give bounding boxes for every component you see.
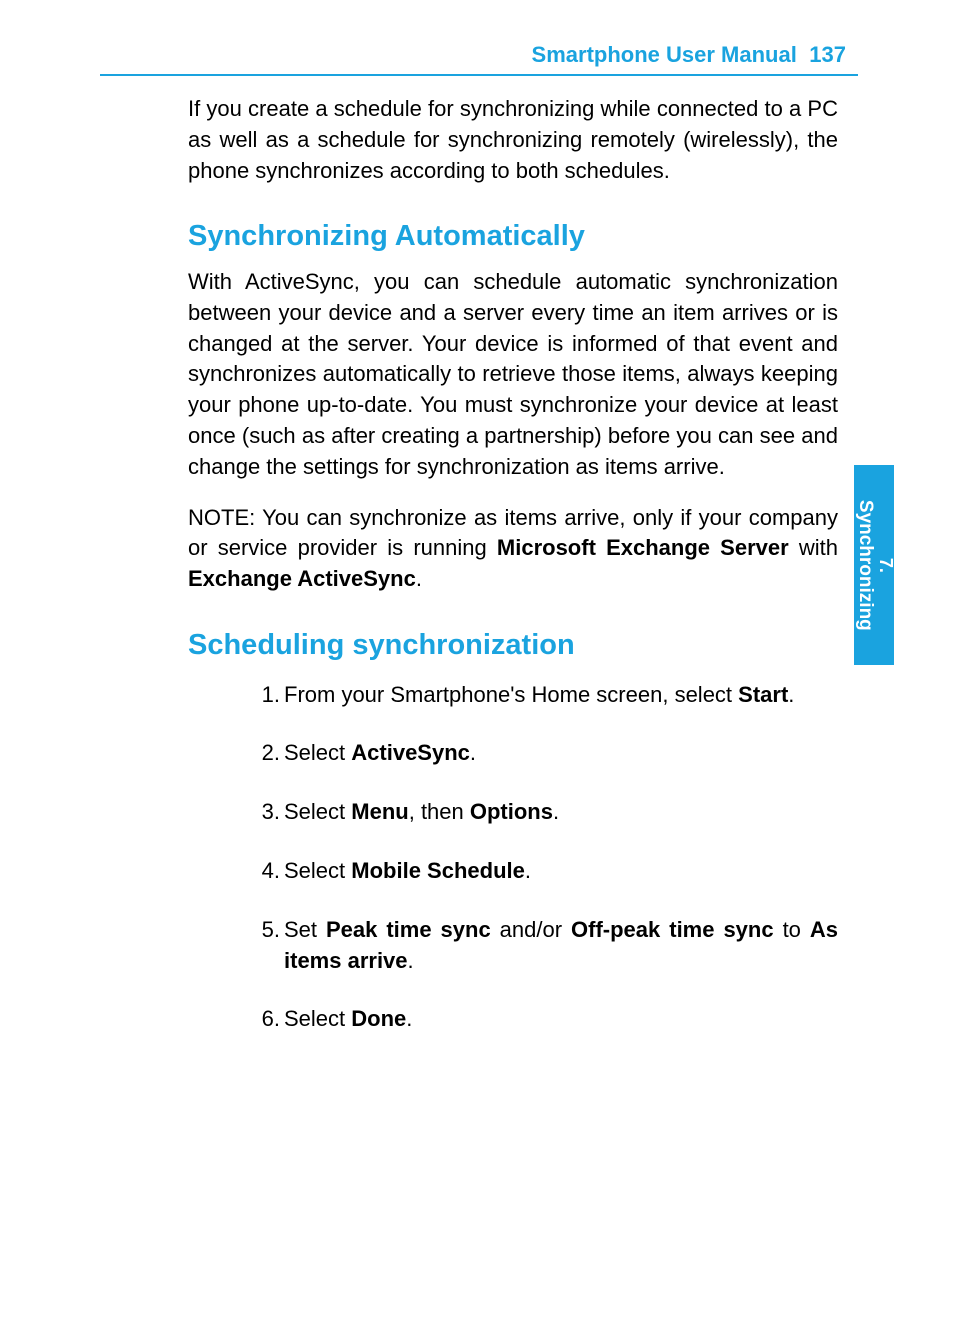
list-item: Set Peak time sync and/or Off-peak time …: [284, 915, 838, 977]
heading-sync-auto: Synchronizing Automatically: [188, 216, 838, 257]
step-text: Set: [284, 917, 326, 942]
step-bold-start: Start: [738, 682, 788, 707]
heading-scheduling-sync: Scheduling synchronization: [188, 625, 838, 666]
step-bold-mobile-schedule: Mobile Schedule: [351, 858, 525, 883]
step-text: .: [406, 1006, 412, 1031]
step-text: to: [774, 917, 810, 942]
step-text: .: [525, 858, 531, 883]
step-text: .: [553, 799, 559, 824]
sync-auto-note: NOTE: You can synchronize as items arriv…: [188, 503, 838, 595]
step-text: .: [788, 682, 794, 707]
step-bold-done: Done: [351, 1006, 406, 1031]
step-bold-options: Options: [470, 799, 553, 824]
step-text: and/or: [491, 917, 571, 942]
header-rule: [100, 74, 858, 76]
list-item: From your Smartphone's Home screen, sele…: [284, 680, 838, 711]
step-bold-menu: Menu: [351, 799, 408, 824]
step-text: .: [408, 948, 414, 973]
page-header: Smartphone User Manual 137: [532, 42, 846, 68]
intro-paragraph: If you create a schedule for synchronizi…: [188, 94, 838, 186]
scheduling-steps-list: From your Smartphone's Home screen, sele…: [188, 680, 838, 1036]
note-bold-exchange-server: Microsoft Exchange Server: [497, 535, 789, 560]
step-text: Select: [284, 799, 351, 824]
list-item: Select ActiveSync.: [284, 738, 838, 769]
step-text: Select: [284, 1006, 351, 1031]
note-bold-exchange-activesync: Exchange ActiveSync: [188, 566, 416, 591]
side-tab-chapter: 7.: [875, 500, 895, 631]
sync-auto-paragraph: With ActiveSync, you can schedule automa…: [188, 267, 838, 483]
step-text: .: [470, 740, 476, 765]
step-text: From your Smartphone's Home screen, sele…: [284, 682, 738, 707]
list-item: Select Menu, then Options.: [284, 797, 838, 828]
step-bold-peak-time-sync: Peak time sync: [326, 917, 491, 942]
chapter-side-tab: 7. Synchronizing: [854, 465, 894, 665]
page-content: If you create a schedule for synchronizi…: [188, 94, 838, 1063]
page-number: 137: [809, 42, 846, 67]
list-item: Select Mobile Schedule.: [284, 856, 838, 887]
step-text: Select: [284, 740, 351, 765]
list-item: Select Done.: [284, 1004, 838, 1035]
manual-title: Smartphone User Manual: [532, 42, 797, 67]
step-bold-activesync: ActiveSync: [351, 740, 470, 765]
step-text: Select: [284, 858, 351, 883]
step-bold-off-peak-time-sync: Off-peak time sync: [571, 917, 774, 942]
step-text: , then: [409, 799, 470, 824]
note-text-mid: with: [789, 535, 838, 560]
note-text-suffix: .: [416, 566, 422, 591]
side-tab-title: Synchronizing: [854, 500, 875, 631]
